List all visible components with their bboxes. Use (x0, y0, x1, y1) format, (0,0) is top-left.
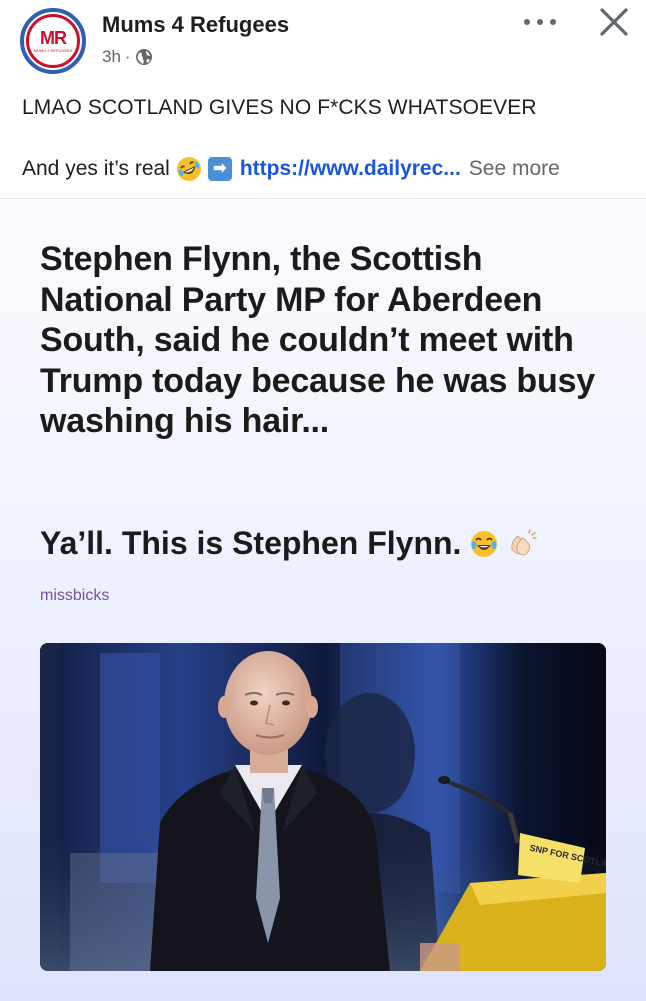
card-subline: Ya’ll. This is Stephen Flynn. (40, 525, 538, 562)
avatar-logo-subtext: MUMS 4 REFUGEES (33, 48, 73, 53)
tears-of-joy-emoji (471, 530, 498, 557)
post-text-line-1: LMAO SCOTLAND GIVES NO F*CKS WHATSOEVER (22, 96, 537, 119)
avatar-logo-text: MR (40, 28, 67, 48)
post-text-prefix: And yes it’s real (22, 157, 170, 180)
article-link[interactable]: https://www.dailyrec... (240, 157, 461, 181)
post-time[interactable]: 3h (102, 47, 121, 67)
avatar-logo: MR MUMS 4 REFUGEES (26, 14, 80, 68)
speaker-photo-illustration: SNP FOR SCOTLAND (40, 643, 606, 971)
card-author: missbicks (40, 587, 110, 604)
see-more-link[interactable]: See more (469, 157, 560, 181)
close-icon[interactable] (598, 6, 630, 38)
page-avatar[interactable]: MR MUMS 4 REFUGEES (20, 8, 86, 74)
meta-separator: · (124, 47, 131, 66)
right-arrow-emoji: ➡ (207, 157, 232, 181)
clapping-hands-emoji (511, 528, 538, 555)
more-options-icon[interactable] (522, 10, 558, 34)
speaker-photo[interactable]: SNP FOR SCOTLAND (40, 643, 606, 971)
post-header: MR MUMS 4 REFUGEES Mums 4 Refugees 3h · (0, 0, 646, 90)
post-meta: 3h · (102, 47, 153, 67)
shared-image-card[interactable]: Stephen Flynn, the Scottish National Par… (0, 198, 646, 1001)
card-subline-text: Ya’ll. This is Stephen Flynn. (40, 525, 462, 561)
post-text-line-2: And yes it’s real ➡ https://www.dailyrec… (22, 156, 560, 182)
rolling-laughing-emoji (176, 157, 201, 181)
page-name[interactable]: Mums 4 Refugees (102, 12, 289, 38)
globe-icon (135, 49, 152, 65)
card-headline: Stephen Flynn, the Scottish National Par… (40, 240, 595, 440)
